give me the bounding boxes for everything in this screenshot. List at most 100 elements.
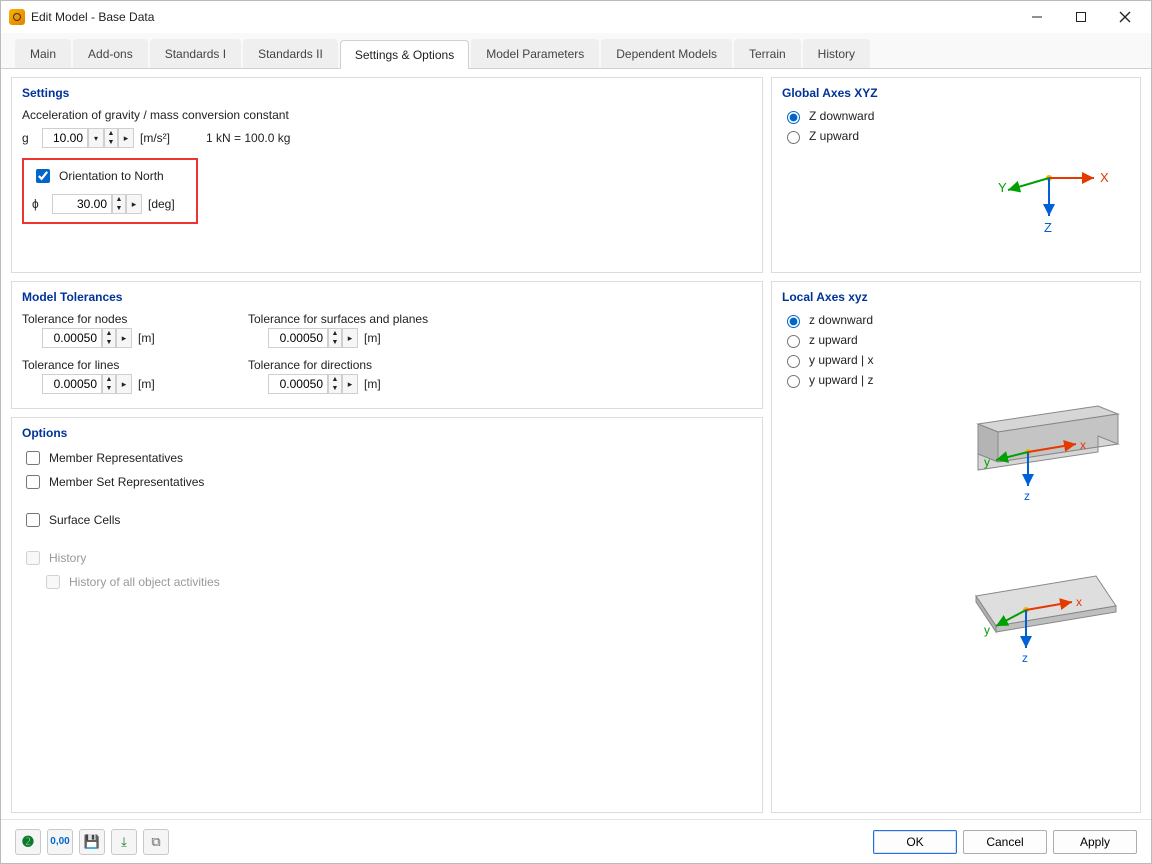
local-y-up-x-radio[interactable] (787, 355, 800, 368)
panel-title-settings: Settings (22, 86, 752, 100)
ok-button[interactable]: OK (873, 830, 957, 854)
g-note: 1 kN = 100.0 kg (206, 131, 290, 145)
minimize-button[interactable] (1015, 2, 1059, 32)
tol-directions-arrow[interactable]: ▸ (342, 374, 358, 394)
global-z-down[interactable]: Z downward (782, 108, 1130, 124)
svg-text:z: z (1024, 489, 1030, 503)
orientation-checkbox[interactable] (36, 169, 50, 183)
phi-input[interactable] (52, 194, 112, 214)
apply-button[interactable]: Apply (1053, 830, 1137, 854)
opt-member-rep[interactable]: Member Representatives (22, 448, 752, 468)
opt-surface-cells[interactable]: Surface Cells (22, 510, 752, 530)
help-button[interactable]: ➋ (15, 829, 41, 855)
opt-member-rep-checkbox[interactable] (26, 451, 40, 465)
panel-title-options: Options (22, 426, 752, 440)
g-symbol: g (22, 131, 36, 145)
tab-settings-options[interactable]: Settings & Options (340, 40, 469, 69)
opt-member-set-rep[interactable]: Member Set Representatives (22, 472, 752, 492)
tol-directions-spinner[interactable]: ▲▼ (328, 374, 342, 394)
local-y-up-x[interactable]: y upward | x (782, 352, 1130, 368)
orientation-highlight: Orientation to North ϕ ▲▼ ▸ [deg] (22, 158, 198, 224)
tol-lines-label: Tolerance for lines (22, 358, 242, 372)
tab-model-parameters[interactable]: Model Parameters (471, 39, 599, 68)
g-dropdown-button[interactable]: ▾ (88, 128, 104, 148)
save-template-button[interactable]: 💾 (79, 829, 105, 855)
phi-unit: [deg] (148, 197, 175, 211)
tab-history[interactable]: History (803, 39, 870, 68)
local-z-down-radio[interactable] (787, 315, 800, 328)
tol-surfaces-arrow[interactable]: ▸ (342, 328, 358, 348)
left-column: Settings Acceleration of gravity / mass … (11, 77, 763, 813)
tab-dependent-models[interactable]: Dependent Models (601, 39, 732, 68)
orientation-checkbox-row[interactable]: Orientation to North (32, 166, 188, 186)
accel-label: Acceleration of gravity / mass conversio… (22, 108, 752, 122)
tol-nodes-input[interactable] (42, 328, 102, 348)
tol-surfaces-input[interactable] (268, 328, 328, 348)
svg-text:x: x (1076, 595, 1082, 609)
tab-standards-1[interactable]: Standards I (150, 39, 241, 68)
opt-history-all-checkbox (46, 575, 60, 589)
tol-lines-arrow[interactable]: ▸ (116, 374, 132, 394)
global-z-up-radio[interactable] (787, 131, 800, 144)
tol-lines-unit: [m] (138, 377, 155, 391)
maximize-button[interactable] (1059, 2, 1103, 32)
local-y-up-z[interactable]: y upward | z (782, 372, 1130, 388)
panel-title-tolerances: Model Tolerances (22, 290, 752, 304)
local-y-up-z-label: y upward | z (809, 373, 873, 387)
phi-arrow-button[interactable]: ▸ (126, 194, 142, 214)
svg-text:x: x (1080, 438, 1086, 452)
svg-text:y: y (984, 623, 990, 637)
footer: ➋ 0,00 💾 ⤓ ⧉ OK Cancel Apply (1, 819, 1151, 863)
g-input[interactable] (42, 128, 88, 148)
tol-lines-input[interactable] (42, 374, 102, 394)
local-z-up-radio[interactable] (787, 335, 800, 348)
panel-title-local-axes: Local Axes xyz (782, 290, 1130, 304)
local-y-up-z-radio[interactable] (787, 375, 800, 388)
close-icon (1119, 11, 1131, 23)
window-controls (1015, 2, 1147, 32)
tol-nodes-unit: [m] (138, 331, 155, 345)
right-column: Global Axes XYZ Z downward Z upward (771, 77, 1141, 813)
panel-options: Options Member Representatives Member Se… (11, 417, 763, 813)
panel-title-global-axes: Global Axes XYZ (782, 86, 1130, 100)
opt-member-set-rep-checkbox[interactable] (26, 475, 40, 489)
g-unit: [m/s²] (140, 131, 170, 145)
tol-nodes-arrow[interactable]: ▸ (116, 328, 132, 348)
g-spinner[interactable]: ▲▼ (104, 128, 118, 148)
cancel-button[interactable]: Cancel (963, 830, 1047, 854)
close-button[interactable] (1103, 2, 1147, 32)
panel-global-axes: Global Axes XYZ Z downward Z upward (771, 77, 1141, 273)
tab-standards-2[interactable]: Standards II (243, 39, 338, 68)
tab-terrain[interactable]: Terrain (734, 39, 801, 68)
tol-directions: Tolerance for directions ▲▼▸ [m] (248, 358, 468, 400)
tol-directions-unit: [m] (364, 377, 381, 391)
local-z-up[interactable]: z upward (782, 332, 1130, 348)
units-icon: 0,00 (50, 836, 69, 847)
copy-button[interactable]: ⧉ (143, 829, 169, 855)
columns: Settings Acceleration of gravity / mass … (11, 77, 1141, 813)
phi-spinner[interactable]: ▲▼ (112, 194, 126, 214)
tol-surfaces-spinner[interactable]: ▲▼ (328, 328, 342, 348)
tab-bar: Main Add-ons Standards I Standards II Se… (1, 33, 1151, 69)
tol-lines-spinner[interactable]: ▲▼ (102, 374, 116, 394)
copy-icon: ⧉ (151, 834, 160, 850)
load-icon: ⤓ (121, 834, 127, 850)
local-z-down[interactable]: z downward (782, 312, 1130, 328)
tol-nodes-spinner[interactable]: ▲▼ (102, 328, 116, 348)
local-z-down-label: z downward (809, 313, 873, 327)
load-template-button[interactable]: ⤓ (111, 829, 137, 855)
tab-addons[interactable]: Add-ons (73, 39, 148, 68)
orientation-label: Orientation to North (59, 169, 164, 183)
svg-text:z: z (1022, 651, 1028, 665)
tol-directions-input[interactable] (268, 374, 328, 394)
maximize-icon (1075, 11, 1087, 23)
global-z-up[interactable]: Z upward (782, 128, 1130, 144)
tab-main[interactable]: Main (15, 39, 71, 68)
units-button[interactable]: 0,00 (47, 829, 73, 855)
opt-history-all: History of all object activities (42, 572, 752, 592)
tol-nodes-label: Tolerance for nodes (22, 312, 242, 326)
global-z-down-radio[interactable] (787, 111, 800, 124)
opt-surface-cells-checkbox[interactable] (26, 513, 40, 527)
g-arrow-button[interactable]: ▸ (118, 128, 134, 148)
tol-surfaces-label: Tolerance for surfaces and planes (248, 312, 468, 326)
